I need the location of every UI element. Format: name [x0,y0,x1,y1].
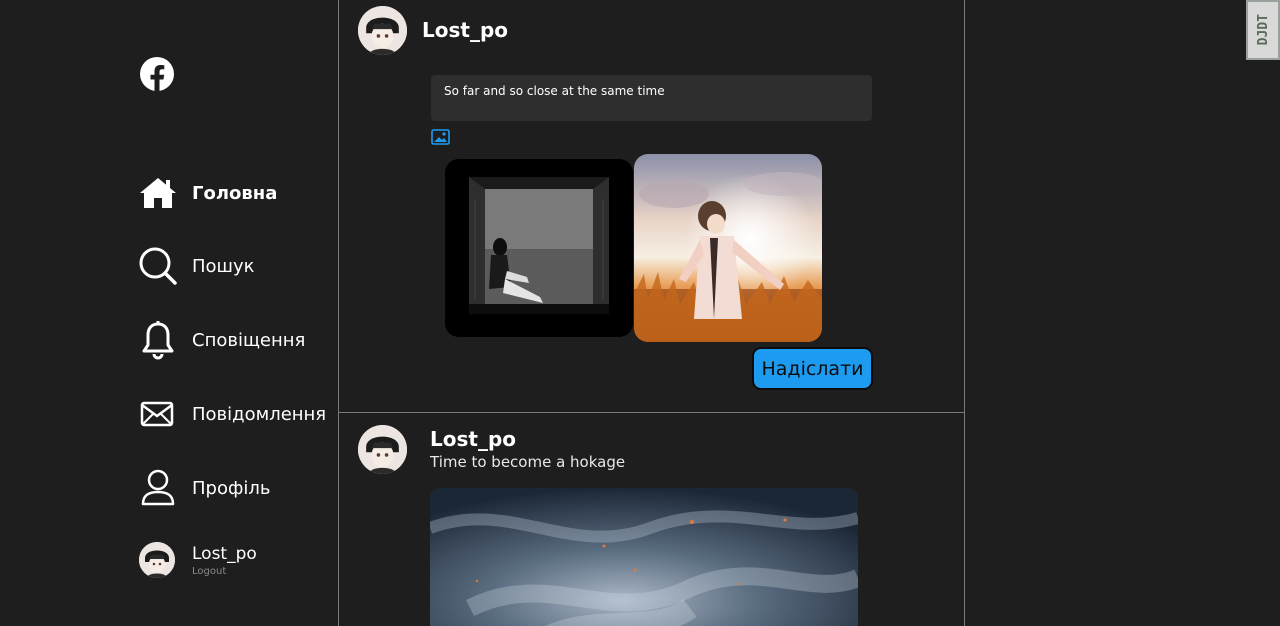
feed: Lost_po So far and so close at the same … [338,0,965,626]
post-username: Lost_po [430,427,517,451]
sidebar-item-home[interactable]: Головна [138,173,277,213]
feed-post: Lost_po Time to become a hokage [339,413,964,626]
avatar[interactable] [139,542,175,578]
composer-username: Lost_po [422,18,509,42]
post-image [430,488,858,626]
sidebar-item-label: Сповіщення [192,329,306,351]
avatar[interactable] [358,425,407,474]
user-icon [138,468,178,508]
bell-icon [138,320,178,360]
search-icon [138,246,178,286]
sidebar-item-profile[interactable]: Профіль [138,468,270,508]
sidebar-item-notifications[interactable]: Сповіщення [138,320,305,360]
attached-image-preview [634,154,822,342]
envelope-icon [138,394,178,434]
image-icon[interactable] [431,129,451,146]
attached-image-preview [445,159,633,337]
post-text: Time to become a hokage [430,453,626,471]
sidebar-item-search[interactable]: Пошук [138,246,255,286]
send-button[interactable]: Надіслати [752,347,873,390]
sidebar-user: Lost_po Logout [139,542,257,578]
sidebar-item-label: Повідомлення [192,403,327,425]
avatar[interactable] [358,6,407,55]
sidebar-item-label: Пошук [192,255,255,277]
logout-link[interactable]: Logout [192,566,257,577]
home-icon [138,173,178,213]
sidebar-item-label: Головна [192,182,278,204]
post-composer: Lost_po So far and so close at the same … [339,0,964,413]
sidebar-item-label: Профіль [192,477,271,499]
debug-toolbar-toggle[interactable]: DJDT [1246,0,1280,60]
facebook-icon[interactable] [139,56,175,92]
post-text-input[interactable]: So far and so close at the same time [431,75,872,121]
sidebar-username: Lost_po [192,543,257,564]
sidebar: Головна Пошук Сповіщення Повідомлення Пр… [0,0,338,626]
debug-toolbar-label: DJDT [1255,14,1271,46]
sidebar-item-messages[interactable]: Повідомлення [138,394,326,434]
